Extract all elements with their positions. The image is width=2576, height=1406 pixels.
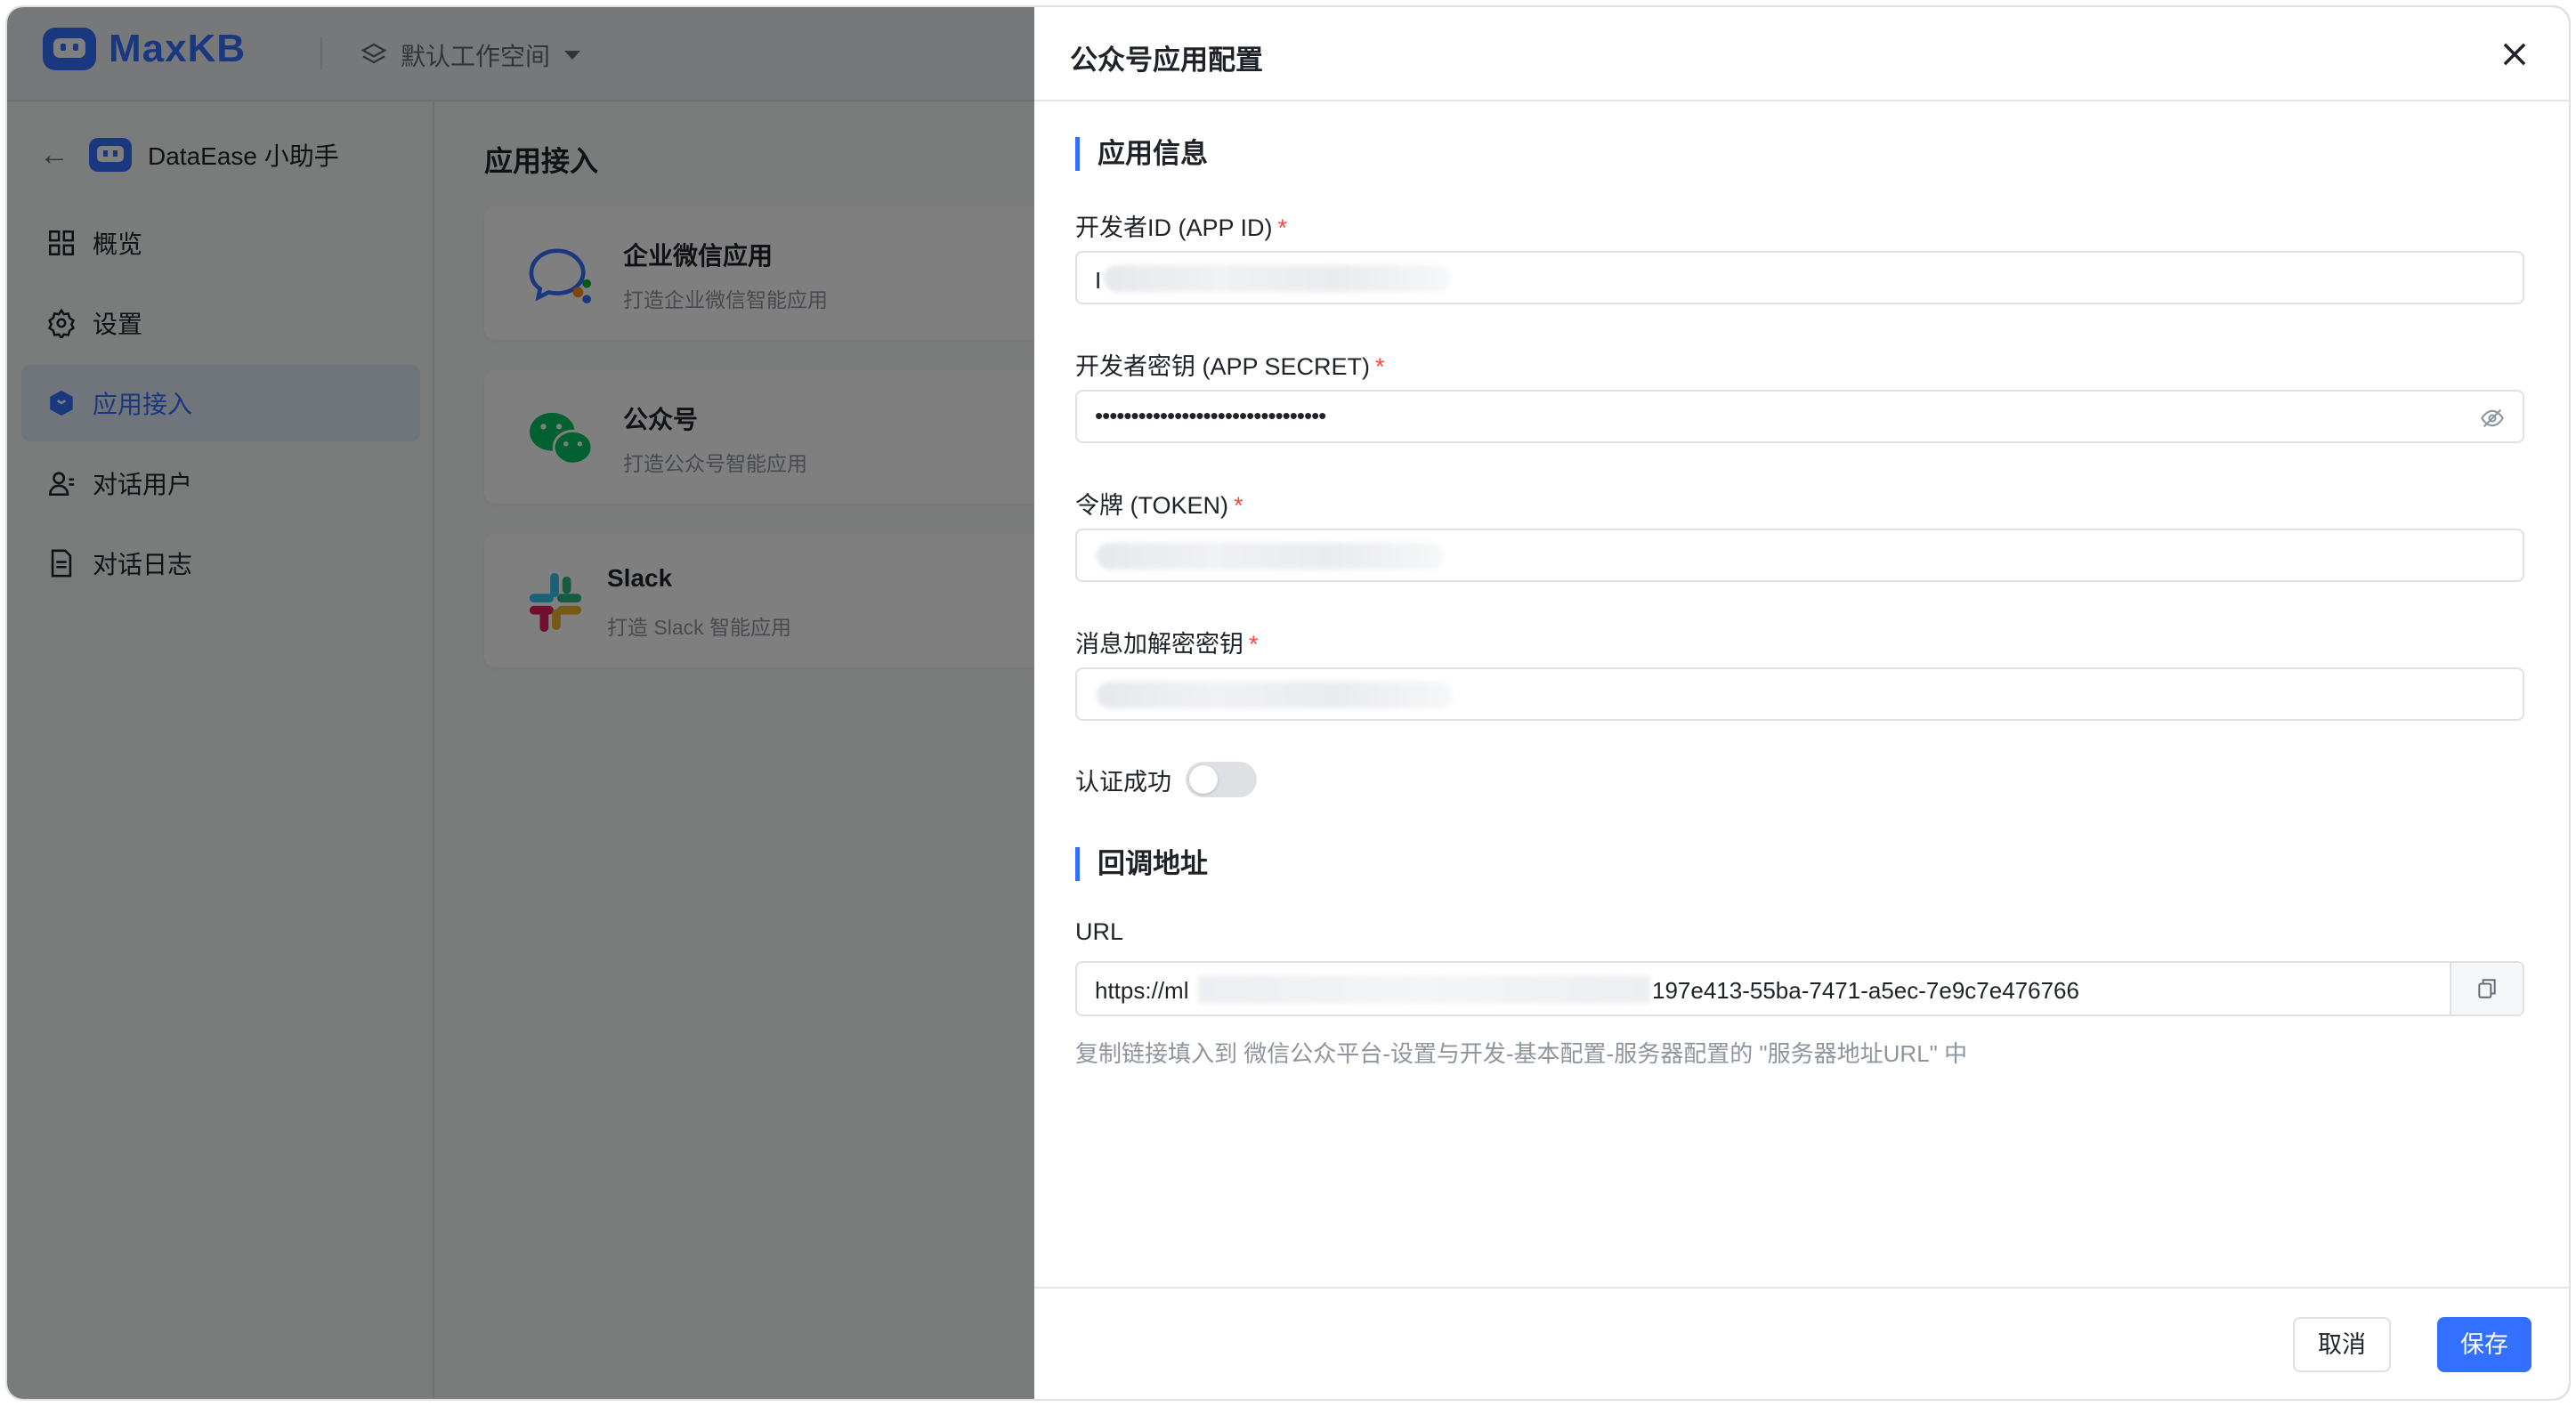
drawer-title: 公众号应用配置 xyxy=(1070,44,1263,76)
aes-key-input[interactable] xyxy=(1075,667,2524,721)
auth-status-toggle[interactable] xyxy=(1186,762,1257,797)
app-id-label: 开发者ID (APP ID) * xyxy=(1075,208,1287,243)
required-mark: * xyxy=(1234,492,1243,519)
url-suffix: 197e413-55ba-7471-a5ec-7e9c7e476766 xyxy=(1652,977,2079,1004)
redacted-url-part xyxy=(1198,975,1650,1004)
token-label: 令牌 (TOKEN) * xyxy=(1075,486,1243,521)
config-drawer: 公众号应用配置 应用信息 开发者ID (APP ID) * I 开发者密钥 (AP… xyxy=(1034,7,2569,1399)
auth-status-label: 认证成功 xyxy=(1075,768,1171,796)
auth-status-row: 认证成功 xyxy=(1075,762,1257,797)
token-label-text: 令牌 (TOKEN) xyxy=(1075,492,1229,519)
token-input[interactable] xyxy=(1075,529,2524,582)
app-secret-value: •••••••••••••••••••••••••••••••• xyxy=(1095,402,1326,429)
app-id-label-text: 开发者ID (APP ID) xyxy=(1075,214,1273,241)
app-secret-input[interactable]: •••••••••••••••••••••••••••••••• xyxy=(1075,390,2524,443)
copy-icon xyxy=(2478,979,2496,998)
redacted-value xyxy=(1104,265,1451,292)
url-prefix: https://ml xyxy=(1095,977,1189,1004)
app-secret-label: 开发者密钥 (APP SECRET) * xyxy=(1075,347,1385,382)
url-label: URL xyxy=(1075,918,1124,945)
copy-button[interactable] xyxy=(2450,963,2523,1014)
drawer-footer: 取消 保存 xyxy=(1034,1287,2569,1399)
save-button[interactable]: 保存 xyxy=(2437,1317,2531,1372)
section-title-callback: 回调地址 xyxy=(1075,847,1208,881)
eye-off-icon[interactable] xyxy=(2480,406,2505,431)
aes-key-label-text: 消息加解密密钥 xyxy=(1075,631,1243,658)
close-icon[interactable] xyxy=(2498,37,2531,71)
redacted-value xyxy=(1097,682,1453,708)
drawer-header: 公众号应用配置 xyxy=(1034,7,2569,101)
required-mark: * xyxy=(1277,214,1288,241)
required-mark: * xyxy=(1249,631,1259,658)
app-id-value: I xyxy=(1095,267,1102,294)
aes-key-label: 消息加解密密钥 * xyxy=(1075,625,1259,659)
cancel-button[interactable]: 取消 xyxy=(2293,1317,2391,1372)
app-window: MaxKB 默认工作空间 ← DataEase 小助手 概览 设置 xyxy=(7,7,2569,1399)
callback-url-input[interactable]: https://ml 197e413-55ba-7471-a5ec-7e9c7e… xyxy=(1075,961,2524,1016)
required-mark: * xyxy=(1375,353,1385,380)
url-hint: 复制链接填入到 微信公众平台-设置与开发-基本配置-服务器配置的 "服务器地址U… xyxy=(1075,1040,1968,1067)
app-id-input[interactable]: I xyxy=(1075,251,2524,304)
section-title-app-info: 应用信息 xyxy=(1075,137,1208,171)
redacted-value xyxy=(1097,543,1444,570)
app-secret-label-text: 开发者密钥 (APP SECRET) xyxy=(1075,353,1371,380)
